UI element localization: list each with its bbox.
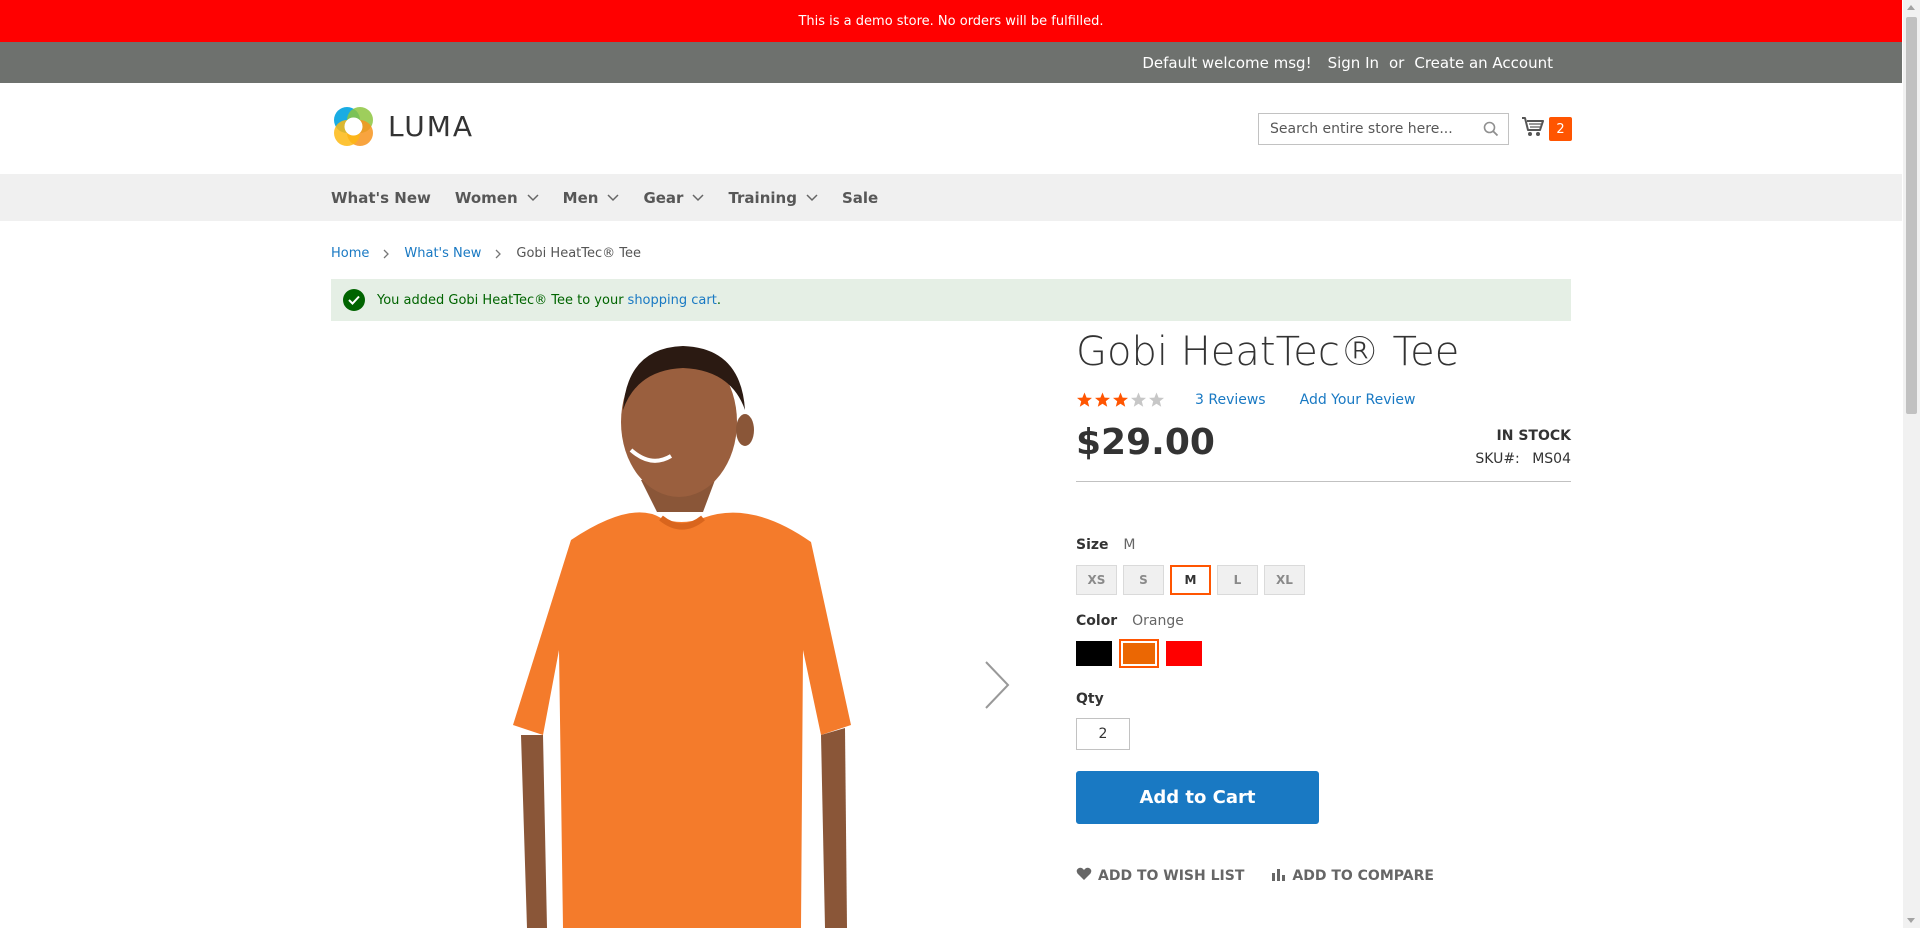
checkmark-icon <box>343 289 365 311</box>
product-info: Gobi HeatTec® Tee 3 Reviews Add Your Rev… <box>1076 329 1571 884</box>
nav-item-label: Men <box>562 188 599 207</box>
rating-summary: 3 Reviews Add Your Review <box>1076 392 1449 408</box>
color-option-label: Color Orange <box>1076 613 1184 629</box>
divider <box>1076 481 1571 482</box>
chevron-right-icon <box>383 249 390 259</box>
size-swatch-xs[interactable]: XS <box>1076 565 1117 595</box>
main-navigation: What's New Women Men Gear Training Sale <box>0 174 1902 221</box>
shopping-cart-link[interactable]: shopping cart <box>628 293 717 308</box>
logo-text: LUMA <box>388 110 475 143</box>
size-label: Size <box>1076 537 1109 553</box>
nav-item-gear[interactable]: Gear <box>643 189 704 207</box>
product-title: Gobi HeatTec® Tee <box>1076 329 1460 375</box>
qty-input[interactable] <box>1076 718 1130 750</box>
color-swatch-1[interactable] <box>1119 639 1159 668</box>
search-box <box>1258 113 1509 145</box>
product-price: $29.00 <box>1076 422 1215 463</box>
chevron-right-icon <box>495 249 502 259</box>
breadcrumb: Home What's New Gobi HeatTec® Tee <box>331 246 641 261</box>
cart-icon <box>1521 116 1545 142</box>
add-to-cart-button[interactable]: Add to Cart <box>1076 771 1319 824</box>
chevron-down-icon <box>607 193 619 202</box>
nav-item-label: Gear <box>643 188 684 207</box>
chevron-down-icon <box>527 193 539 202</box>
search-icon[interactable] <box>1483 121 1499 141</box>
add-to-compare-button[interactable]: Add to Compare <box>1272 867 1434 885</box>
create-account-link[interactable]: Create an Account <box>1414 54 1553 72</box>
color-swatches <box>1076 639 1202 668</box>
nav-item-women[interactable]: Women <box>455 189 539 207</box>
nav-item-whats-new[interactable]: What's New <box>331 189 431 207</box>
scroll-down-arrow-icon[interactable] <box>1907 918 1915 923</box>
star-icon <box>1149 392 1164 407</box>
rating-stars <box>1076 392 1165 408</box>
product-image <box>513 346 851 928</box>
message-text: You added Gobi HeatTec® Tee to your <box>377 292 624 308</box>
sku-value: MS04 <box>1532 451 1571 467</box>
star-icon <box>1095 392 1110 407</box>
scrollbar-thumb[interactable] <box>1906 17 1917 414</box>
nav-item-sale[interactable]: Sale <box>842 189 878 207</box>
nav-item-training[interactable]: Training <box>728 188 818 207</box>
nav-item-label: Training <box>728 188 797 207</box>
add-to-wishlist-button[interactable]: Add to Wish List <box>1076 867 1244 885</box>
breadcrumb-home[interactable]: Home <box>331 246 369 261</box>
demo-notice-bar: This is a demo store. No orders will be … <box>0 0 1902 42</box>
welcome-message: Default welcome msg! <box>1142 53 1312 72</box>
star-icon <box>1077 392 1092 407</box>
luma-logo[interactable]: LUMA <box>331 104 474 149</box>
product-sku: SKU#: MS04 <box>1475 451 1571 467</box>
color-selected-value: Orange <box>1132 613 1184 629</box>
luma-logo-icon <box>334 107 373 146</box>
scroll-up-arrow-icon[interactable] <box>1907 5 1915 10</box>
nav-item-label: What's New <box>331 188 431 207</box>
wishlist-label: Add to Wish List <box>1098 868 1245 884</box>
nav-item-label: Sale <box>841 188 879 207</box>
compare-chart-icon <box>1272 867 1286 885</box>
cart-count-badge: 2 <box>1549 117 1572 141</box>
search-input[interactable] <box>1268 120 1478 138</box>
minicart[interactable]: 2 <box>1521 116 1572 142</box>
color-swatch-2[interactable] <box>1166 641 1202 666</box>
stock-status: IN STOCK <box>1496 428 1571 444</box>
chevron-down-icon <box>692 193 704 202</box>
breadcrumb-current: Gobi HeatTec® Tee <box>516 246 641 261</box>
sign-in-link[interactable]: Sign In <box>1328 54 1379 72</box>
panel-header: Default welcome msg! Sign In or Create a… <box>0 42 1902 83</box>
sku-label: SKU#: <box>1475 451 1520 467</box>
product-gallery <box>331 330 1031 928</box>
gallery-next-arrow-icon[interactable] <box>984 660 1010 714</box>
site-header: LUMA 2 <box>0 83 1902 174</box>
chevron-down-icon <box>806 193 818 202</box>
color-label: Color <box>1076 613 1118 629</box>
star-icon <box>1113 392 1128 407</box>
size-swatch-s[interactable]: S <box>1123 565 1164 595</box>
nav-item-label: Women <box>454 188 518 207</box>
header-links: Default welcome msg! Sign In or Create a… <box>1142 42 1553 83</box>
size-swatch-l[interactable]: L <box>1217 565 1258 595</box>
color-swatch-0[interactable] <box>1076 641 1112 666</box>
heart-icon <box>1076 867 1092 885</box>
demo-notice-text: This is a demo store. No orders will be … <box>798 13 1104 29</box>
size-swatch-xl[interactable]: XL <box>1264 565 1305 595</box>
compare-label: Add to Compare <box>1292 868 1434 884</box>
size-selected-value: M <box>1123 537 1136 553</box>
size-swatch-m[interactable]: M <box>1170 565 1211 595</box>
reviews-link[interactable]: 3 Reviews <box>1195 392 1266 408</box>
or-text: or <box>1389 53 1405 72</box>
size-option-label: Size M <box>1076 537 1136 553</box>
qty-label: Qty <box>1076 691 1104 707</box>
breadcrumb-whats-new[interactable]: What's New <box>404 246 481 261</box>
page-scrollbar[interactable] <box>1903 0 1920 928</box>
product-social-links: Add to Wish List Add to Compare <box>1076 867 1434 885</box>
nav-item-men[interactable]: Men <box>563 189 620 207</box>
size-swatches: XS S M L XL <box>1076 565 1305 595</box>
success-message: You added Gobi HeatTec® Tee to your shop… <box>331 279 1571 321</box>
star-icon <box>1131 392 1146 407</box>
message-end: . <box>716 292 721 308</box>
add-review-link[interactable]: Add Your Review <box>1300 392 1416 408</box>
